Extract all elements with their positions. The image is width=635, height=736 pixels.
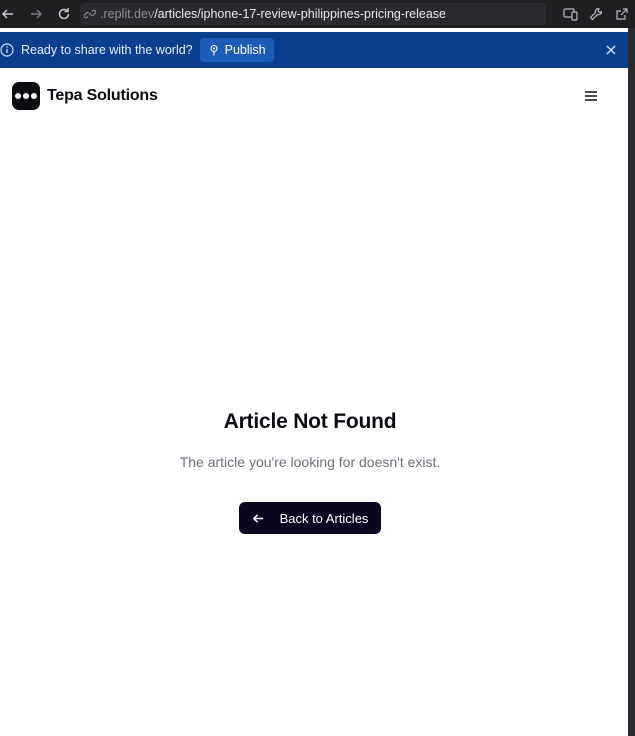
wrench-icon (589, 7, 603, 21)
open-new-tab-button[interactable] (609, 0, 635, 28)
not-found-section: Article Not Found The article you're loo… (0, 410, 620, 534)
url-path: /articles/iphone-17-review-philippines-p… (154, 7, 447, 21)
site-header: Tepa Solutions (12, 82, 158, 110)
publish-label: Publish (224, 43, 266, 57)
url-domain: .replit.dev (100, 7, 155, 21)
forward-nav-button[interactable] (22, 0, 50, 28)
page-subtitle: The article you're looking for doesn't e… (179, 454, 441, 470)
banner-message: Ready to share with the world? (21, 43, 193, 57)
close-icon[interactable] (604, 43, 618, 57)
browser-toolbar: .replit.dev/articles/iphone-17-review-ph… (0, 0, 635, 28)
publish-button[interactable]: Publish (199, 38, 274, 62)
reload-button[interactable] (50, 0, 78, 28)
back-to-articles-label: Back to Articles (279, 510, 369, 526)
page-title: Article Not Found (223, 410, 397, 433)
address-bar[interactable]: .replit.dev/articles/iphone-17-review-ph… (80, 3, 546, 25)
external-link-icon (616, 8, 628, 20)
back-to-articles-button[interactable]: Back to Articles (239, 502, 381, 534)
hamburger-menu-icon[interactable] (584, 89, 598, 103)
scrollbar[interactable] (628, 28, 635, 736)
arrow-left-icon (252, 511, 266, 525)
devices-button[interactable] (557, 0, 583, 28)
page-content: Tepa Solutions Article Not Found The art… (0, 68, 628, 736)
publish-banner: Ready to share with the world? Publish (0, 32, 628, 68)
devtools-button[interactable] (583, 0, 609, 28)
link-icon (84, 7, 98, 21)
arrow-left-icon (1, 9, 13, 19)
info-icon (0, 43, 14, 57)
devices-icon (562, 8, 578, 21)
brand-name[interactable]: Tepa Solutions (47, 87, 158, 105)
logo[interactable] (12, 82, 40, 110)
back-nav-button[interactable] (0, 0, 22, 28)
publish-icon (208, 44, 220, 56)
reload-icon (58, 8, 70, 20)
arrow-right-icon (31, 9, 43, 19)
